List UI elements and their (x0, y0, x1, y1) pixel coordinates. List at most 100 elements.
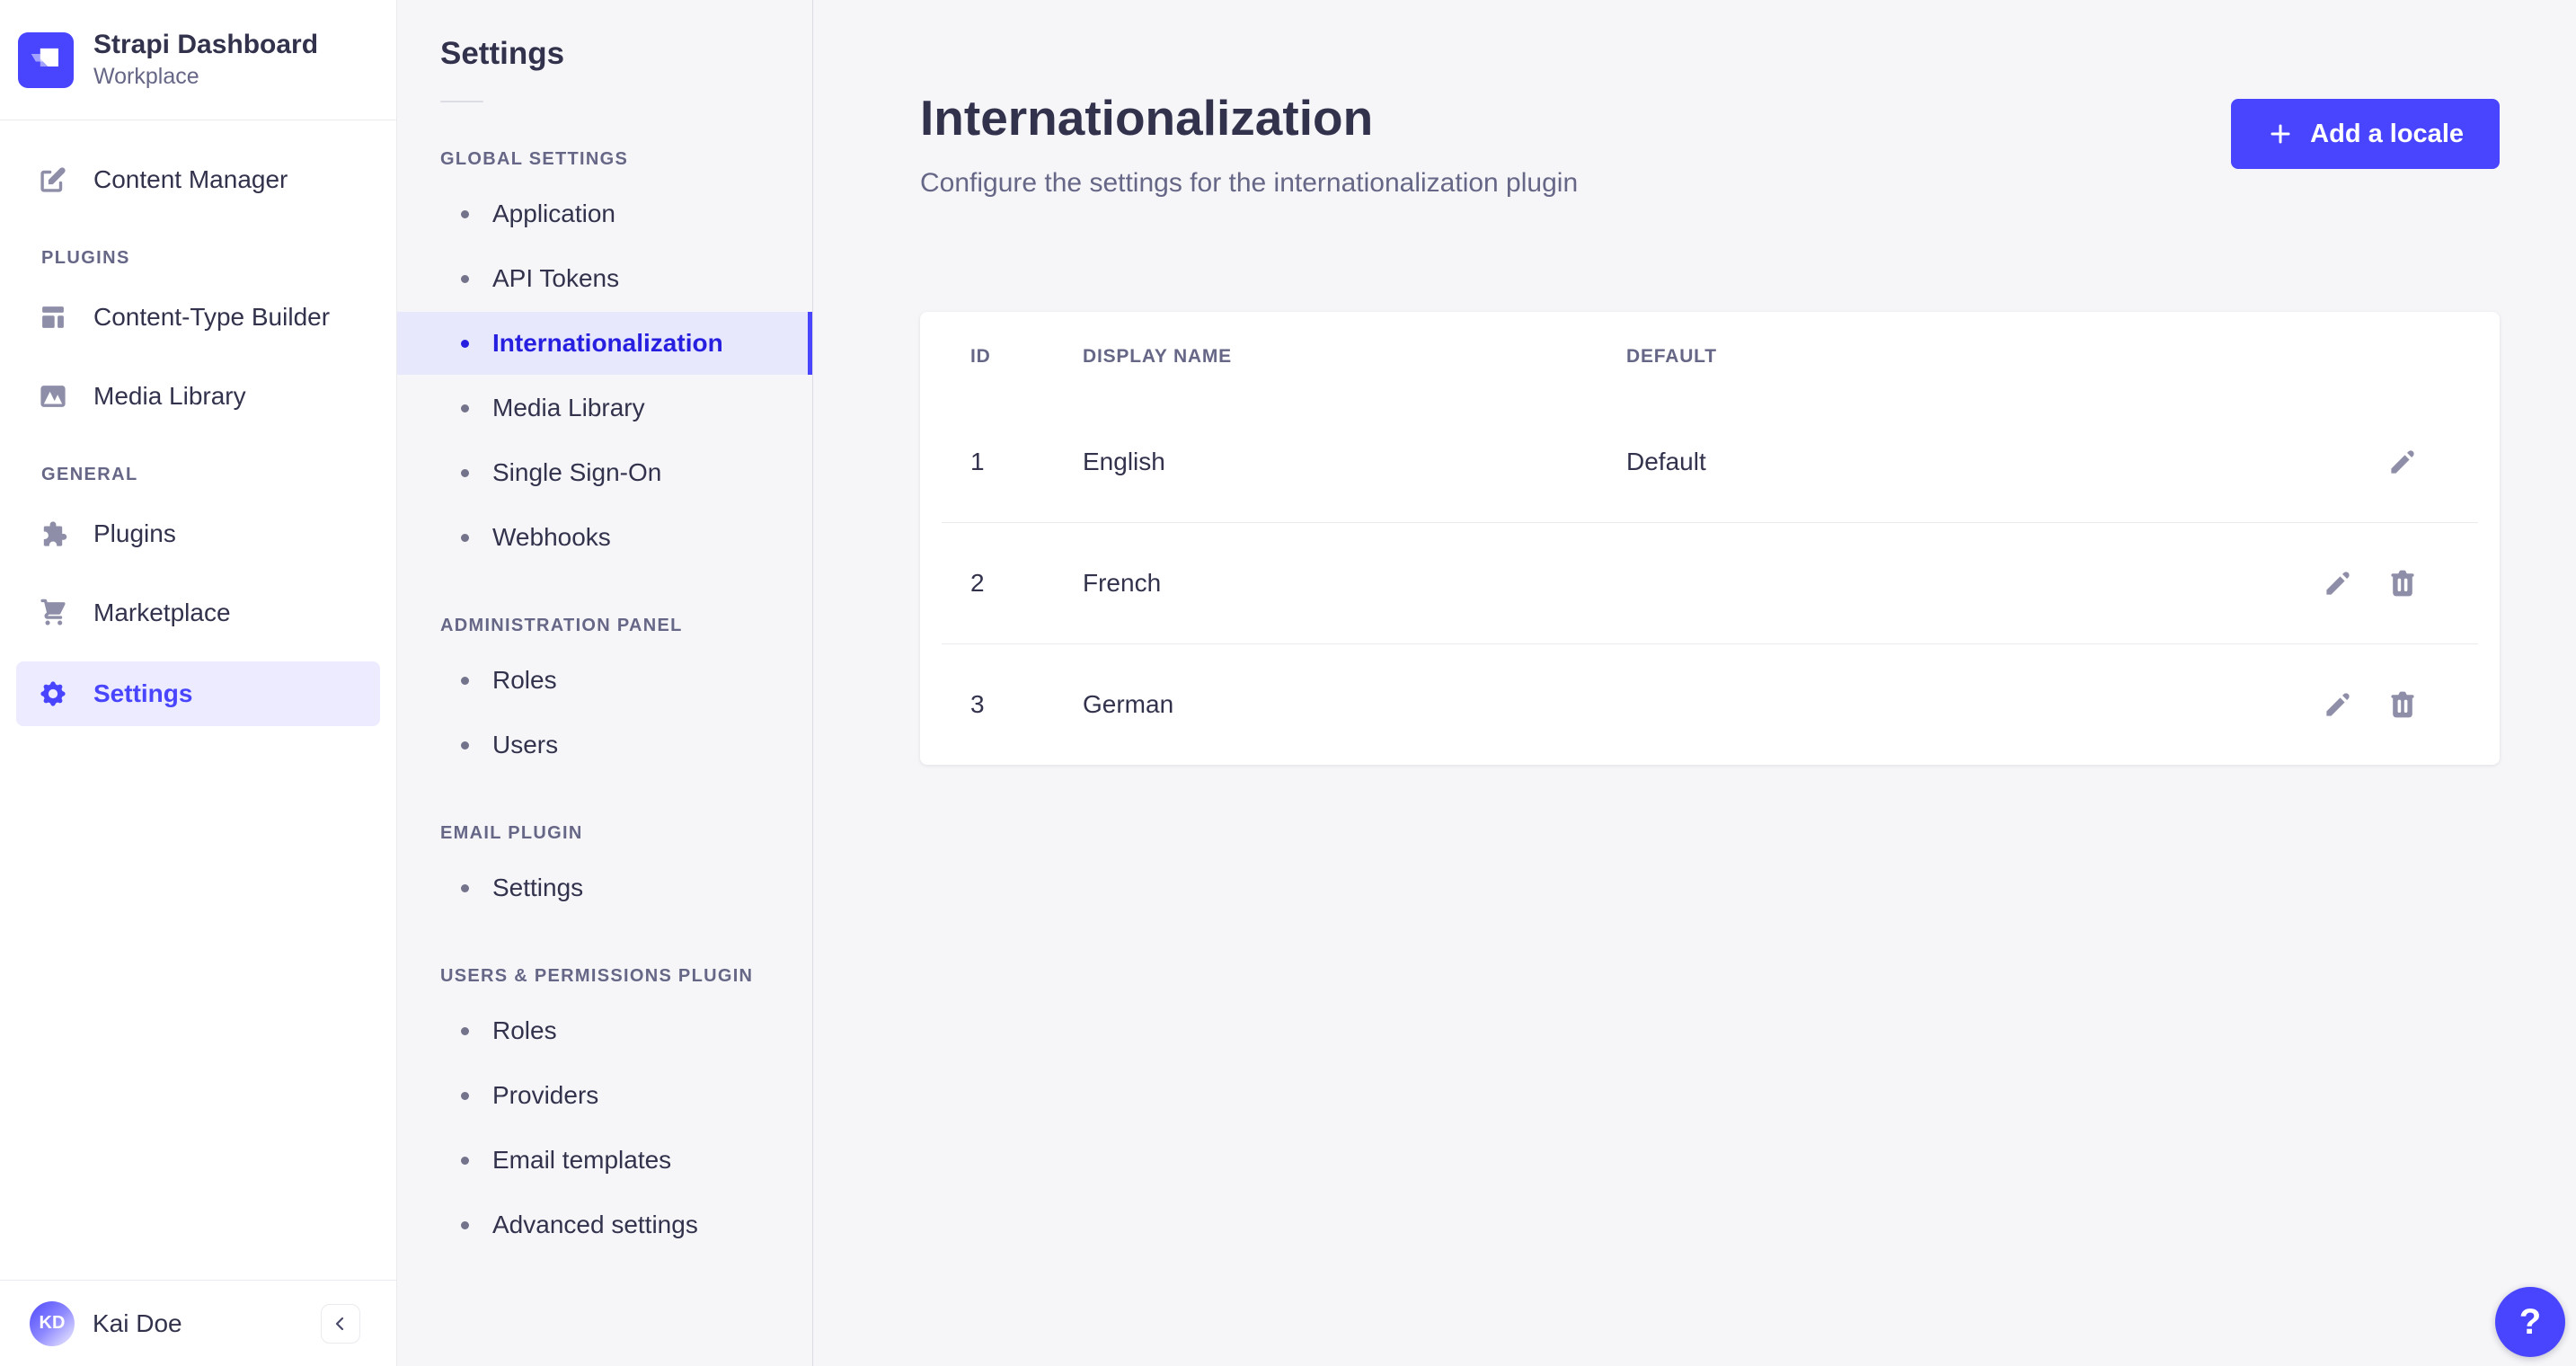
edit-locale-button[interactable] (2322, 688, 2354, 721)
help-button[interactable]: ? (2495, 1287, 2565, 1357)
subnav-item-label: Webhooks (492, 523, 611, 551)
page-header: Internationalization Configure the setti… (813, 0, 2576, 199)
sidebar-item-label: Plugins (93, 519, 176, 548)
cell-actions (2257, 688, 2419, 721)
page-title: Internationalization (920, 90, 1374, 146)
subnav-item-webhooks[interactable]: Webhooks (397, 506, 812, 569)
subnav-item-label: Media Library (492, 394, 645, 421)
sidebar-item-marketplace[interactable]: Marketplace (16, 582, 380, 643)
edit-locale-button[interactable] (2322, 567, 2354, 599)
subnav-item-label: Single Sign-On (492, 458, 662, 486)
cell-id: 2 (970, 569, 985, 598)
page-header-text: Internationalization Configure the setti… (920, 90, 1578, 199)
main-content: Internationalization Configure the setti… (813, 0, 2576, 1366)
main-nav: Content Manager PLUGINS Content-Type Buil… (0, 120, 396, 1280)
pencil-icon (2322, 567, 2354, 599)
delete-locale-button[interactable] (2386, 567, 2419, 599)
bullet-icon (461, 339, 469, 348)
cell-display-name: French (1083, 569, 1162, 598)
subnav-item-email-templates[interactable]: Email templates (397, 1129, 812, 1192)
sidebar-item-label: Marketplace (93, 599, 231, 627)
collapse-sidebar-button[interactable] (321, 1303, 360, 1344)
sidebar-item-media-library[interactable]: Media Library (16, 366, 380, 427)
subnav-item-media-library[interactable]: Media Library (397, 377, 812, 439)
subnav-item-label: Providers (492, 1081, 599, 1109)
pencil-icon (2322, 688, 2354, 721)
column-header-id: ID (970, 346, 991, 368)
workspace-name: Workplace (93, 64, 199, 89)
sidebar-item-label: Content Manager (93, 165, 288, 194)
bullet-icon (461, 209, 469, 218)
brand: Strapi Dashboard Workplace (0, 0, 396, 121)
avatar[interactable]: KD (30, 1300, 75, 1346)
bullet-icon (461, 1026, 469, 1035)
pencil-icon (2386, 446, 2419, 478)
bullet-icon (461, 274, 469, 283)
subnav-item-users[interactable]: Users (397, 714, 812, 776)
subnav-title: Settings (440, 36, 565, 71)
subnav-item-label: Application (492, 200, 615, 227)
subnav-item-application[interactable]: Application (397, 182, 812, 245)
nav-section-label-plugins: PLUGINS (41, 248, 130, 269)
sidebar-item-settings[interactable]: Settings (16, 661, 380, 727)
subnav-group-label-email-plugin: EMAIL PLUGIN (440, 823, 583, 843)
subnav-item-label: Users (492, 731, 559, 758)
sidebar-item-content-type-builder[interactable]: Content-Type Builder (16, 287, 380, 348)
subnav-item-label: Internationalization (492, 329, 723, 357)
subnav-group-label-administration-panel: ADMINISTRATION PANEL (440, 616, 683, 635)
sidebar-item-label: Content-Type Builder (93, 303, 331, 332)
edit-locale-button[interactable] (2386, 446, 2419, 478)
bullet-icon (461, 404, 469, 412)
subnav-item-label: Email templates (492, 1146, 672, 1174)
subnav-item-label: API Tokens (492, 264, 620, 292)
strapi-logo-icon (18, 31, 74, 88)
table-row: 2 French (920, 523, 2500, 643)
add-locale-button[interactable]: Add a locale (2231, 99, 2500, 169)
subnav-item-label: Advanced settings (492, 1211, 698, 1238)
subnav-groups: GLOBAL SETTINGS Application API Tokens Inte… (397, 149, 812, 1256)
subnav-item-api-tokens[interactable]: API Tokens (397, 247, 812, 310)
bullet-icon (461, 1156, 469, 1165)
sidebar-item-content-manager[interactable]: Content Manager (16, 149, 380, 210)
puzzle-icon (38, 519, 68, 549)
subnav-item-single-sign-on[interactable]: Single Sign-On (397, 441, 812, 504)
subnav-item-providers[interactable]: Providers (397, 1064, 812, 1127)
app-title: Strapi Dashboard (93, 30, 319, 59)
cell-default: Default (1626, 448, 1706, 476)
bullet-icon (461, 741, 469, 750)
page-subtitle: Configure the settings for the internati… (920, 168, 1579, 199)
subnav-item-roles[interactable]: Roles (397, 999, 812, 1062)
subnav-item-roles[interactable]: Roles (397, 649, 812, 712)
cell-display-name: English (1083, 448, 1165, 476)
column-header-default: DEFAULT (1626, 346, 1717, 368)
pencil-square-icon (38, 164, 68, 195)
main-sidebar: Strapi Dashboard Workplace Content Manag… (0, 0, 397, 1366)
subnav-item-label: Roles (492, 1016, 557, 1044)
table-header-row: ID DISPLAY NAME DEFAULT (920, 312, 2500, 402)
bullet-icon (461, 883, 469, 892)
table-row: 1 English Default (920, 402, 2500, 522)
subnav-group-label-global-settings: GLOBAL SETTINGS (440, 149, 629, 169)
cell-id: 3 (970, 690, 985, 719)
sidebar-item-plugins[interactable]: Plugins (16, 503, 380, 564)
subnav-item-advanced-settings[interactable]: Advanced settings (397, 1193, 812, 1256)
subnav-item-internationalization[interactable]: Internationalization (397, 312, 812, 375)
subnav-item-settings[interactable]: Settings (397, 856, 812, 919)
sidebar-item-label: Media Library (93, 382, 246, 411)
trash-icon (2386, 688, 2419, 721)
bullet-icon (461, 468, 469, 477)
subnav-group-label-users-permissions-plugin: USERS & PERMISSIONS PLUGIN (440, 966, 754, 986)
delete-locale-button[interactable] (2386, 688, 2419, 721)
bullet-icon (461, 1091, 469, 1100)
column-header-display-name: DISPLAY NAME (1083, 346, 1232, 368)
cell-actions (2257, 567, 2419, 599)
subnav-divider (440, 101, 483, 102)
plus-icon (2267, 120, 2294, 147)
settings-subnav: Settings GLOBAL SETTINGS Application API T… (397, 0, 813, 1366)
table-row: 3 German (920, 644, 2500, 765)
subnav-item-label: Roles (492, 666, 557, 694)
cell-id: 1 (970, 448, 985, 476)
sidebar-item-label: Settings (93, 679, 193, 708)
nav-section-label-general: GENERAL (41, 465, 138, 485)
cart-icon (38, 598, 68, 628)
